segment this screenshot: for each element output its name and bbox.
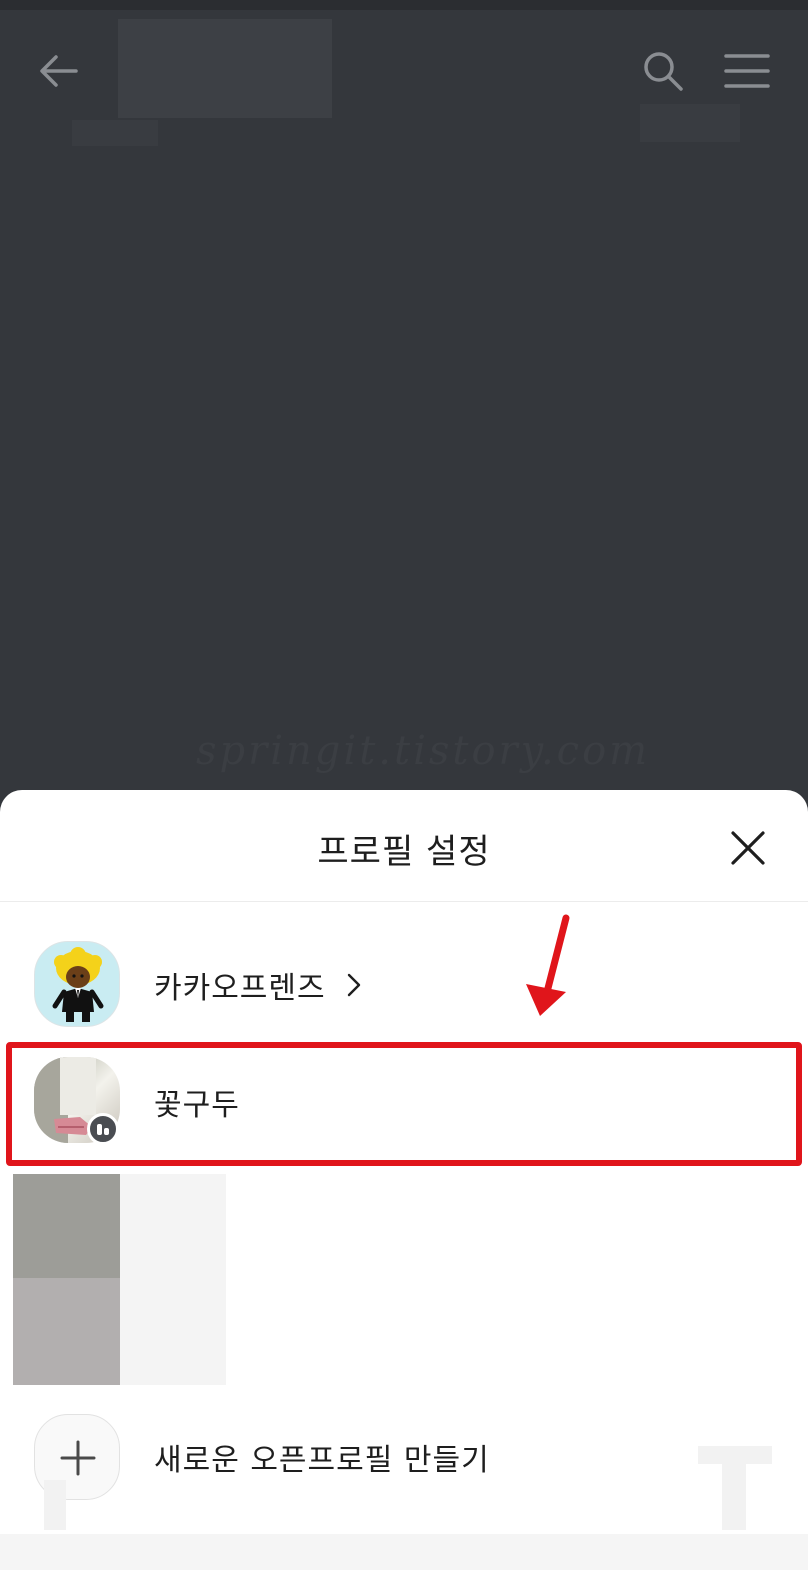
censored-profile-block bbox=[120, 1174, 226, 1385]
background-ghost-shape bbox=[722, 1464, 746, 1530]
sheet-title: 프로필 설정 bbox=[317, 832, 491, 872]
hamburger-menu-icon bbox=[724, 54, 770, 88]
title-censor-block bbox=[118, 19, 332, 118]
background-ghost-shape bbox=[72, 120, 158, 146]
watermark-text: springit.tistory.com bbox=[196, 728, 651, 774]
search-button[interactable] bbox=[640, 48, 686, 94]
background-ghost-shape bbox=[640, 104, 740, 142]
kakao-character-icon bbox=[52, 947, 104, 1022]
status-bar bbox=[0, 0, 808, 10]
profile-settings-sheet: 프로필 설정 카카오프렌즈 꽃구두 새로운 오픈프로필 만들기 bbox=[0, 790, 808, 1570]
back-button[interactable] bbox=[36, 48, 82, 94]
close-button[interactable] bbox=[726, 826, 770, 870]
arrow-left-icon bbox=[40, 55, 78, 87]
sheet-header: 프로필 설정 bbox=[0, 790, 808, 902]
background-ghost-shape bbox=[698, 1446, 772, 1464]
bottom-strip bbox=[0, 1534, 808, 1570]
close-icon bbox=[731, 831, 765, 865]
kakao-friends-avatar bbox=[34, 941, 120, 1027]
menu-button[interactable] bbox=[722, 48, 772, 94]
profile-name-label: 카카오프렌즈 bbox=[154, 971, 326, 1006]
chevron-right-icon bbox=[346, 972, 362, 998]
search-icon bbox=[644, 52, 683, 91]
censored-profile-block bbox=[13, 1174, 120, 1278]
red-arrow-annotation-icon bbox=[516, 910, 576, 1022]
create-open-profile-label: 새로운 오픈프로필 만들기 bbox=[154, 1443, 490, 1478]
profile-row-kakao-friends[interactable] bbox=[0, 928, 808, 1042]
background-ghost-shape bbox=[44, 1480, 66, 1530]
censored-profile-block bbox=[13, 1278, 120, 1385]
highlight-annotation-box bbox=[6, 1042, 802, 1166]
